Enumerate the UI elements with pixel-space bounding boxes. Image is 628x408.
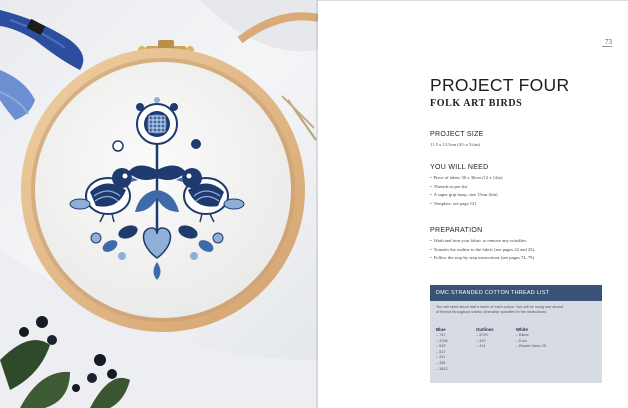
list-item: 3842 xyxy=(436,367,447,373)
page-subtitle: FOLK ART BIRDS xyxy=(430,98,523,109)
preparation-heading: PREPARATION xyxy=(430,227,483,234)
list-item: Transfer the outline to the fabric (see … xyxy=(430,246,605,255)
page-number: 73 xyxy=(605,38,612,46)
list-item: Piece of fabric 30 x 30cm (12 x 12in) xyxy=(430,174,605,183)
list-item: 414 xyxy=(476,344,494,350)
thread-column-title: Outlines xyxy=(476,327,494,332)
you-will-need-list: Piece of fabric 30 x 30cm (12 x 12in) Th… xyxy=(430,174,605,208)
thread-list-note: You will need about half a skein of each… xyxy=(430,301,602,315)
thread-column-outlines: Outlines 3799 310 414 xyxy=(476,327,494,350)
list-item: Template, see page 121 xyxy=(430,200,605,209)
thread-column-blue: Blue 747 3766 519 517 311 336 3842 xyxy=(436,327,448,372)
list-item: Threads as per list xyxy=(430,183,605,192)
list-item: Follow the step-by-step instructions (se… xyxy=(430,254,605,263)
list-item: A super grip hoop, size 15cm (6in) xyxy=(430,191,605,200)
thread-column-white: White Blanc Ecru Broder blanc 25 xyxy=(516,327,546,350)
thread-list-header: DMC STRANDED COTTON THREAD LIST xyxy=(430,285,602,301)
list-item: Broder blanc 25 xyxy=(516,344,546,350)
embroidery-photo xyxy=(0,0,318,408)
thread-columns: Blue 747 3766 519 517 311 336 3842 Outli… xyxy=(436,327,596,377)
page-number-rule xyxy=(602,46,612,47)
photo-page xyxy=(0,0,318,408)
thread-note-line: of thread throughout unless otherwise sp… xyxy=(436,310,548,315)
book-spread: 73 PROJECT FOUR FOLK ART BIRDS PROJECT S… xyxy=(0,0,628,408)
project-size-heading: PROJECT SIZE xyxy=(430,131,484,138)
thread-column-title: Blue xyxy=(436,327,446,332)
text-page: 73 PROJECT FOUR FOLK ART BIRDS PROJECT S… xyxy=(318,0,628,408)
page-title: PROJECT FOUR xyxy=(430,75,570,95)
thread-column-title: White xyxy=(516,327,528,332)
project-size-section: PROJECT SIZE 11.5 x 13.5cm (4½ x 5¼in) xyxy=(430,131,605,148)
preparation-list: Wash and iron your fabric to remove any … xyxy=(430,237,605,263)
list-item: Wash and iron your fabric to remove any … xyxy=(430,237,605,246)
hoop-fabric xyxy=(35,62,291,318)
preparation-section: PREPARATION Wash and iron your fabric to… xyxy=(430,227,605,263)
thread-list-box: DMC STRANDED COTTON THREAD LIST You will… xyxy=(430,285,602,383)
you-will-need-section: YOU WILL NEED Piece of fabric 30 x 30cm … xyxy=(430,164,605,208)
project-size-text: 11.5 x 13.5cm (4½ x 5¼in) xyxy=(430,142,480,147)
you-will-need-heading: YOU WILL NEED xyxy=(430,164,489,171)
